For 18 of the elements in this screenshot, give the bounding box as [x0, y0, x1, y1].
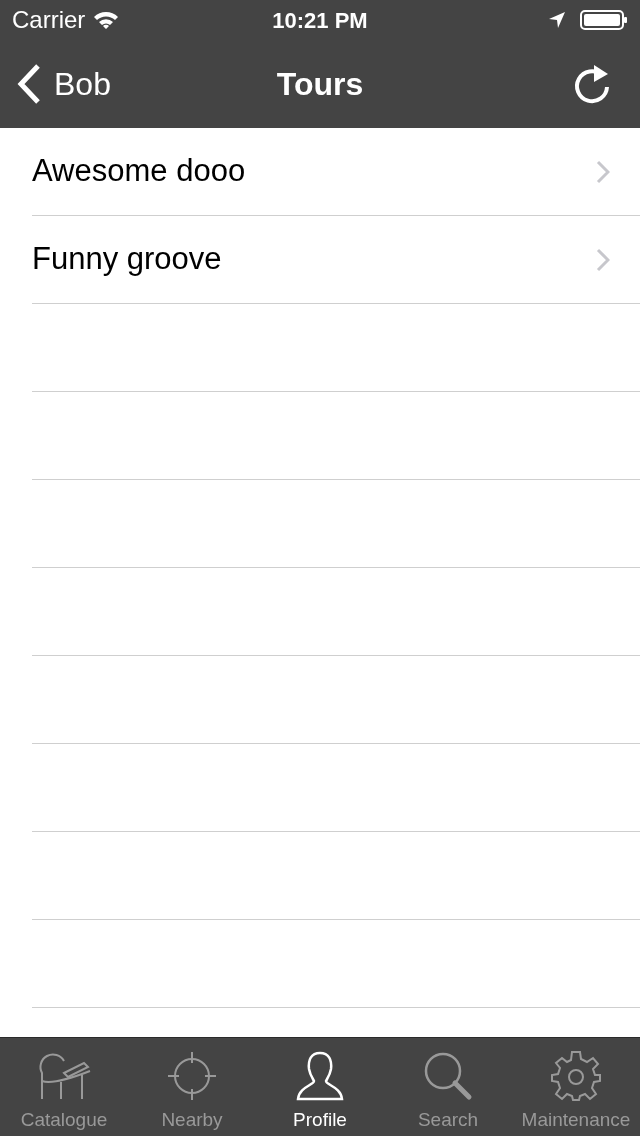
settings-icon	[550, 1049, 602, 1102]
list-row[interactable]: Funny groove	[32, 216, 640, 304]
person-icon	[295, 1050, 345, 1101]
carrier-name: Carrier	[12, 5, 86, 35]
status-time: 10:21 PM	[272, 6, 368, 35]
refresh-icon[interactable]	[572, 63, 612, 105]
crosshair-icon	[167, 1050, 217, 1101]
tab-bar-item[interactable]: Profile	[256, 1038, 384, 1136]
back-button[interactable]: Bob	[16, 60, 111, 108]
chevron-right-icon	[596, 247, 610, 272]
nav-title: Tours	[276, 65, 364, 104]
chevron-left-icon	[16, 63, 42, 105]
battery-icon	[580, 10, 628, 30]
list-row[interactable]: Awesome dooo	[32, 128, 640, 216]
search-icon	[423, 1050, 473, 1101]
location-arrow-icon	[548, 11, 566, 29]
wifi-icon	[93, 11, 120, 29]
chevron-right-icon	[596, 159, 610, 184]
